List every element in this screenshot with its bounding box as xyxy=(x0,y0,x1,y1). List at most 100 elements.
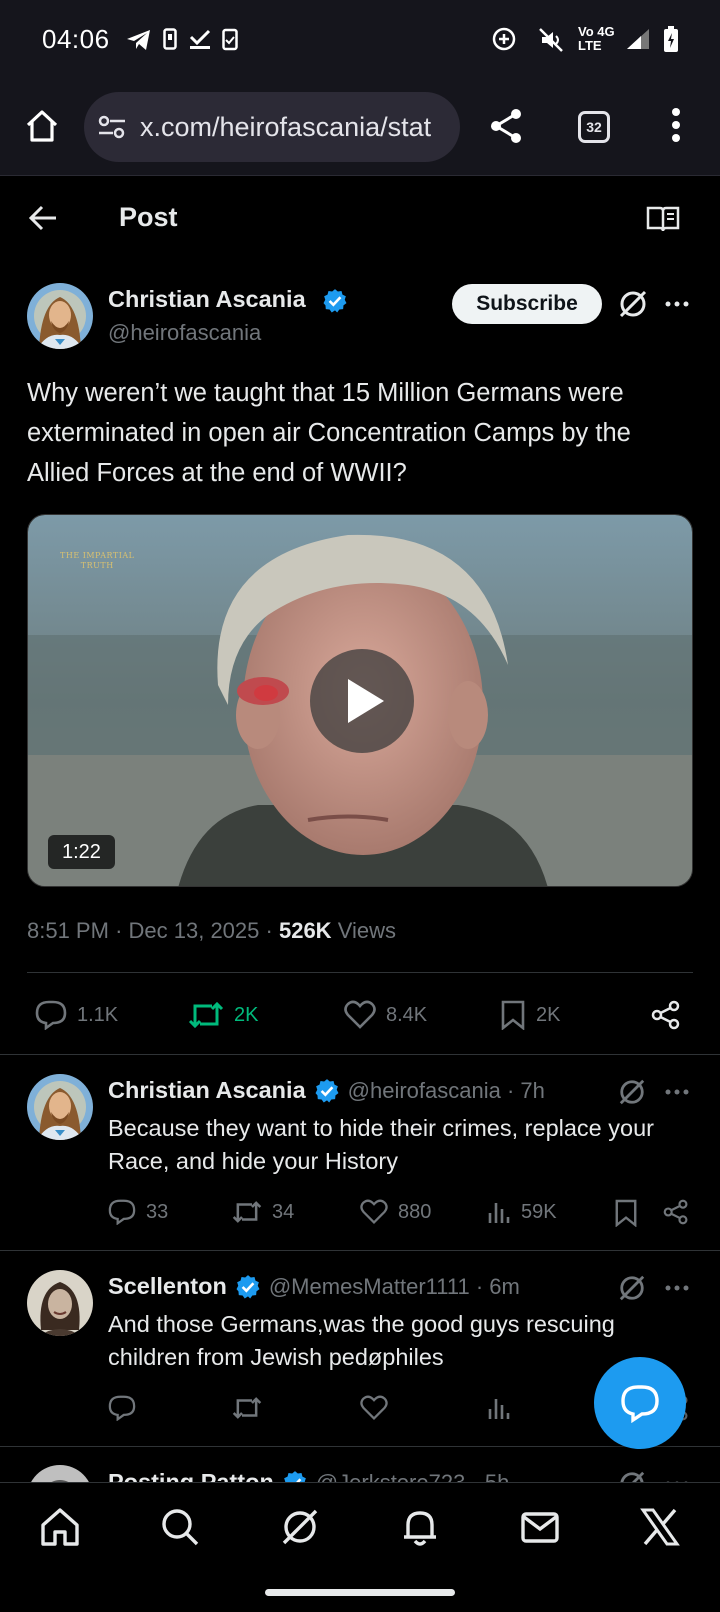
bookmark-button[interactable]: 2K xyxy=(500,1000,560,1030)
heart-icon xyxy=(360,1395,388,1420)
views-button[interactable]: 59K xyxy=(487,1199,557,1225)
like-button[interactable]: 880 xyxy=(360,1199,431,1225)
repost-button[interactable]: 34 xyxy=(232,1199,294,1225)
post-date: Dec 13, 2025 xyxy=(128,918,260,943)
like-button[interactable]: 8.4K xyxy=(344,1000,427,1030)
author-avatar[interactable] xyxy=(27,283,93,349)
tab-switcher-button[interactable]: 32 xyxy=(578,111,610,143)
verified-badge-icon xyxy=(315,1078,339,1102)
more-options-icon[interactable] xyxy=(665,1089,689,1095)
like-button[interactable] xyxy=(360,1395,398,1421)
grok-icon[interactable] xyxy=(618,1470,646,1482)
back-arrow-icon[interactable] xyxy=(29,205,57,231)
subscribe-button[interactable]: Subscribe xyxy=(452,284,602,324)
signal-icon xyxy=(626,28,650,50)
grok-tab-icon[interactable] xyxy=(280,1507,320,1547)
reply-item[interactable]: Christian Ascania @heirofascania · 7h Be… xyxy=(0,1055,720,1250)
repost-button[interactable] xyxy=(232,1395,272,1421)
reply-bubble-icon xyxy=(621,1385,659,1423)
author-handle[interactable]: @heirofascania xyxy=(108,320,261,346)
network-type: Vo 4G xyxy=(578,24,615,39)
phone-icon xyxy=(163,28,177,50)
views-icon xyxy=(488,1203,510,1223)
reply-header: Posting Patton @Jerkstore723 · 5h xyxy=(108,1469,509,1482)
reply-time: 6m xyxy=(489,1273,520,1299)
repost-icon xyxy=(188,1001,224,1029)
like-count: 880 xyxy=(398,1200,432,1223)
reply-text: And those Germans,was the good guys resc… xyxy=(108,1311,615,1370)
dot-separator: · xyxy=(500,1077,521,1103)
heart-icon xyxy=(344,1000,376,1029)
reply-header: Christian Ascania @heirofascania · 7h xyxy=(108,1077,545,1104)
share-post-icon[interactable] xyxy=(651,1000,681,1030)
repost-icon xyxy=(232,1201,262,1223)
like-count: 8.4K xyxy=(386,1003,428,1026)
url-bar[interactable]: x.com/heirofascania/stat xyxy=(84,92,460,162)
views-label[interactable]: Views xyxy=(338,918,396,943)
battery-charging-icon xyxy=(664,26,678,52)
home-icon[interactable] xyxy=(25,109,59,143)
browser-toolbar: x.com/heirofascania/stat 32 xyxy=(0,80,720,176)
network-sub: LTE xyxy=(578,38,602,53)
checkmark-icon xyxy=(189,28,211,50)
grok-icon[interactable] xyxy=(618,1274,646,1302)
overflow-menu-icon[interactable] xyxy=(671,108,681,142)
reply-handle[interactable]: @MemesMatter1111 xyxy=(269,1274,470,1300)
reply-handle[interactable]: @Jerkstore723 xyxy=(316,1470,466,1483)
bottom-navigation xyxy=(0,1482,720,1612)
notifications-tab-icon[interactable] xyxy=(400,1507,440,1547)
reply-time: 7h xyxy=(520,1077,545,1103)
verified-badge-icon xyxy=(236,1274,260,1298)
reply-author-name[interactable]: Posting Patton xyxy=(108,1469,274,1482)
reply-avatar[interactable] xyxy=(27,1465,93,1482)
play-button[interactable] xyxy=(310,649,414,753)
reply-avatar[interactable] xyxy=(27,1074,93,1140)
reply-handle[interactable]: @heirofascania xyxy=(348,1078,501,1104)
grok-icon[interactable] xyxy=(618,289,648,319)
video-duration: 1:22 xyxy=(48,835,115,869)
reply-item[interactable]: Posting Patton @Jerkstore723 · 5h xyxy=(0,1447,720,1482)
views-button[interactable] xyxy=(487,1395,521,1421)
telegram-icon xyxy=(126,28,152,52)
reply-button[interactable]: 1.1K xyxy=(35,1000,118,1030)
reply-author-name[interactable]: Scellenton xyxy=(108,1273,227,1300)
bookmark-icon[interactable] xyxy=(614,1199,638,1227)
video-player[interactable]: THE IMPARTIAL TRUTH 1:22 xyxy=(27,514,693,887)
site-settings-icon[interactable] xyxy=(98,114,126,140)
home-indicator[interactable] xyxy=(265,1589,455,1596)
bookmark-icon xyxy=(501,1000,525,1030)
repost-button[interactable]: 2K xyxy=(188,1000,258,1030)
bookmark-count: 2K xyxy=(536,1003,561,1026)
reply-button[interactable] xyxy=(108,1395,146,1421)
home-tab-icon[interactable] xyxy=(40,1507,80,1547)
grok-icon[interactable] xyxy=(618,1078,646,1106)
status-bar: 04:06 Vo 4G LTE xyxy=(0,0,720,80)
reply-icon xyxy=(108,1199,136,1225)
dot-separator: · xyxy=(469,1273,490,1299)
reader-mode-icon[interactable] xyxy=(646,205,680,233)
more-options-icon[interactable] xyxy=(665,1285,689,1291)
heart-icon xyxy=(360,1199,388,1224)
compose-reply-button[interactable] xyxy=(594,1357,686,1449)
share-post-icon[interactable] xyxy=(663,1199,689,1225)
x-logo-tab-icon[interactable] xyxy=(640,1507,680,1547)
search-tab-icon[interactable] xyxy=(160,1507,200,1547)
reply-icon xyxy=(35,1000,67,1030)
clipboard-icon xyxy=(222,27,238,51)
author-name[interactable]: Christian Ascania xyxy=(108,286,306,313)
reply-text: Because they want to hide their crimes, … xyxy=(108,1115,654,1174)
reply-count: 1.1K xyxy=(77,1003,119,1026)
reply-header: Scellenton @MemesMatter1111 · 6m xyxy=(108,1273,520,1300)
reply-author-name[interactable]: Christian Ascania xyxy=(108,1077,306,1104)
share-icon[interactable] xyxy=(488,107,524,145)
views-icon xyxy=(488,1399,510,1419)
views-count: 526K xyxy=(278,918,332,943)
post-meta: 8:51 PM · Dec 13, 2025 · 526K Views xyxy=(27,918,396,944)
views-count: 59K xyxy=(521,1200,557,1223)
reply-button[interactable]: 33 xyxy=(108,1199,168,1225)
reply-count: 33 xyxy=(146,1200,169,1223)
more-options-icon[interactable] xyxy=(665,301,689,307)
watermark-line-1: THE IMPARTIAL xyxy=(60,551,135,560)
reply-avatar[interactable] xyxy=(27,1270,93,1336)
messages-tab-icon[interactable] xyxy=(520,1507,560,1547)
